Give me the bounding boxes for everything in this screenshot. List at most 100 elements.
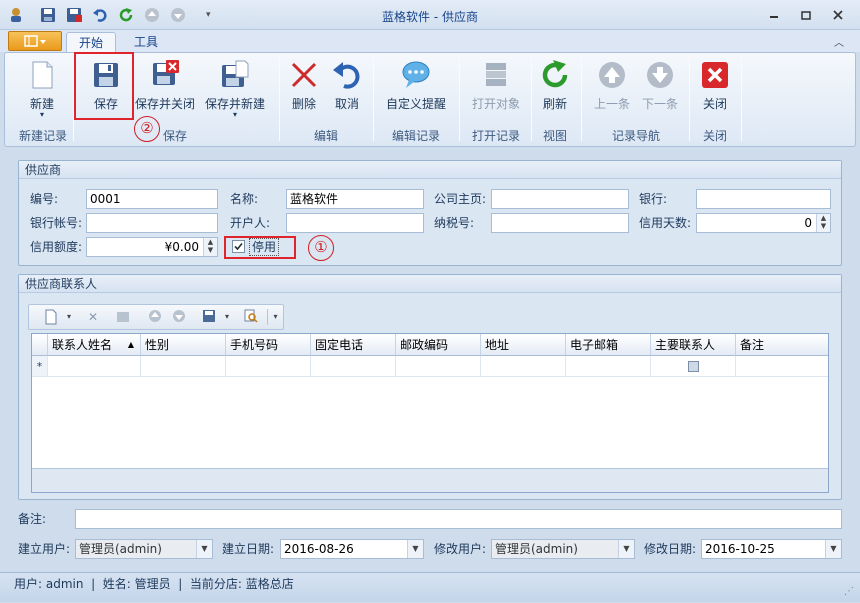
creator-label: 建立用户: [18,542,71,556]
new-document-icon [32,61,53,89]
tab-tools[interactable]: 工具 [122,32,170,52]
credit-limit-value: ¥0.00 [164,240,199,254]
account-field[interactable] [86,213,218,233]
col-header-phone[interactable]: 固定电话 [311,334,396,356]
name-field[interactable]: 蓝格软件 [286,189,424,209]
save-new-button[interactable]: 保存并新建 ▾ [203,57,267,125]
spin-updown-icon[interactable]: ▲ ▼ [816,214,830,232]
dropdown-arrow-icon[interactable]: ▼ [825,540,841,558]
undo-arrow-icon [333,62,360,89]
next-record-button[interactable]: 下一条 [637,57,683,125]
cell-zip[interactable] [396,356,481,377]
group-open-record: 打开记录 [471,129,520,143]
account-label: 银行帐号: [30,216,83,230]
cell-email[interactable] [566,356,651,377]
new-button[interactable]: 新建 ▾ [19,57,65,125]
dropdown-arrow-icon[interactable]: ▼ [196,540,212,558]
supplier-panel-title: 供应商 [19,161,841,179]
down-arrow-icon [647,62,673,88]
cell-name[interactable] [48,356,141,377]
created-value: 2016-08-26 [284,542,354,556]
cell-remark[interactable] [736,356,828,377]
tax-label: 纳税号: [434,216,475,230]
col-header-name[interactable]: 联系人姓名 ▲ [48,334,141,356]
move-up-icon [147,309,163,325]
delete-button[interactable]: 删除 [285,57,323,125]
tax-field[interactable] [491,213,629,233]
dropdown-arrow-icon[interactable]: ▼ [407,540,423,558]
move-down-icon [171,309,187,325]
cell-mobile[interactable] [226,356,311,377]
col-header-email[interactable]: 电子邮箱 [566,334,651,356]
code-field[interactable]: 0001 [86,189,218,209]
dropdown-arrow-icon[interactable]: ▼ [618,540,634,558]
sort-asc-icon: ▲ [127,340,134,349]
save-new-dropdown-icon[interactable]: ▾ [203,111,267,119]
col-header-remark[interactable]: 备注 [736,334,828,356]
creator-combo[interactable]: 管理员(admin) ▼ [75,539,213,559]
save-grid-icon[interactable] [201,309,217,325]
restore-icon[interactable] [796,6,816,24]
created-label: 建立日期: [222,542,275,556]
more-dropdown-icon[interactable]: ▾ [267,309,283,325]
ribbon-tab-row: 开始 工具 ︿ [0,30,860,52]
remark-field[interactable] [75,509,842,529]
collapse-ribbon-icon[interactable]: ︿ [834,34,844,49]
custom-alert-button[interactable]: 自定义提醒 [381,57,451,125]
row-header-corner [32,334,48,356]
new-row-dropdown-icon[interactable]: ▾ [61,309,77,325]
cancel-button[interactable]: 取消 [327,57,367,125]
col-header-address[interactable]: 地址 [481,334,566,356]
resize-grip-icon[interactable]: ⋰ [844,581,854,603]
holder-label: 开户人: [230,216,271,230]
credit-limit-field[interactable]: ¥0.00 ▲ ▼ [86,237,218,257]
group-record-nav: 记录导航 [611,129,660,143]
cell-address[interactable] [481,356,566,377]
col-header-gender[interactable]: 性别 [141,334,226,356]
refresh-icon [542,60,568,88]
app-menu-button[interactable] [8,31,62,51]
credit-limit-label: 信用额度: [30,240,83,254]
separator [689,57,690,141]
separator [581,57,582,141]
col-header-mobile[interactable]: 手机号码 [226,334,311,356]
modifier-combo[interactable]: 管理员(admin) ▼ [491,539,635,559]
save-new-icon [222,60,249,87]
cell-gender[interactable] [141,356,226,377]
new-row-icon[interactable] [43,309,59,325]
grid-toolbar: ▾ ✕ ▾ ▾ [28,304,284,330]
col-header-primary[interactable]: 主要联系人 [651,334,736,356]
new-row-marker: * [32,356,48,377]
close-button[interactable]: 关闭 [697,57,733,125]
refresh-button[interactable]: 刷新 [537,57,573,125]
col-header-zip[interactable]: 邮政编码 [396,334,481,356]
save-close-button[interactable]: 保存并关闭 [133,57,197,125]
credit-days-field[interactable]: 0 ▲ ▼ [696,213,831,233]
modified-label: 修改日期: [644,542,697,556]
cell-phone[interactable] [311,356,396,377]
holder-field[interactable] [286,213,424,233]
status-bar: 用户: admin | 姓名: 管理员 | 当前分店: 蓝格总店 ⋰ [0,572,860,602]
save-grid-dropdown-icon[interactable]: ▾ [219,309,235,325]
up-arrow-icon [599,62,625,88]
group-save: 保存 [162,129,187,143]
homepage-field[interactable] [491,189,629,209]
bank-field[interactable] [696,189,831,209]
created-date-combo[interactable]: 2016-08-26 ▼ [280,539,424,559]
modifier-value: 管理员(admin) [495,542,578,556]
tab-start[interactable]: 开始 [66,32,117,52]
primary-contact-checkbox[interactable] [688,361,699,372]
new-dropdown-icon[interactable]: ▾ [19,111,65,119]
spin-updown-icon[interactable]: ▲ ▼ [203,238,217,256]
find-icon[interactable] [243,309,259,325]
modified-date-combo[interactable]: 2016-10-25 ▼ [701,539,842,559]
separator [373,57,374,141]
minimize-icon[interactable] [764,6,784,24]
close-window-icon[interactable] [828,6,848,24]
highlight-disabled [224,236,296,259]
prev-record-button[interactable]: 上一条 [589,57,635,125]
separator [279,57,280,141]
open-object-button[interactable]: 打开对象 [465,57,527,125]
cell-primary[interactable] [651,356,736,377]
highlight-save [74,52,134,120]
